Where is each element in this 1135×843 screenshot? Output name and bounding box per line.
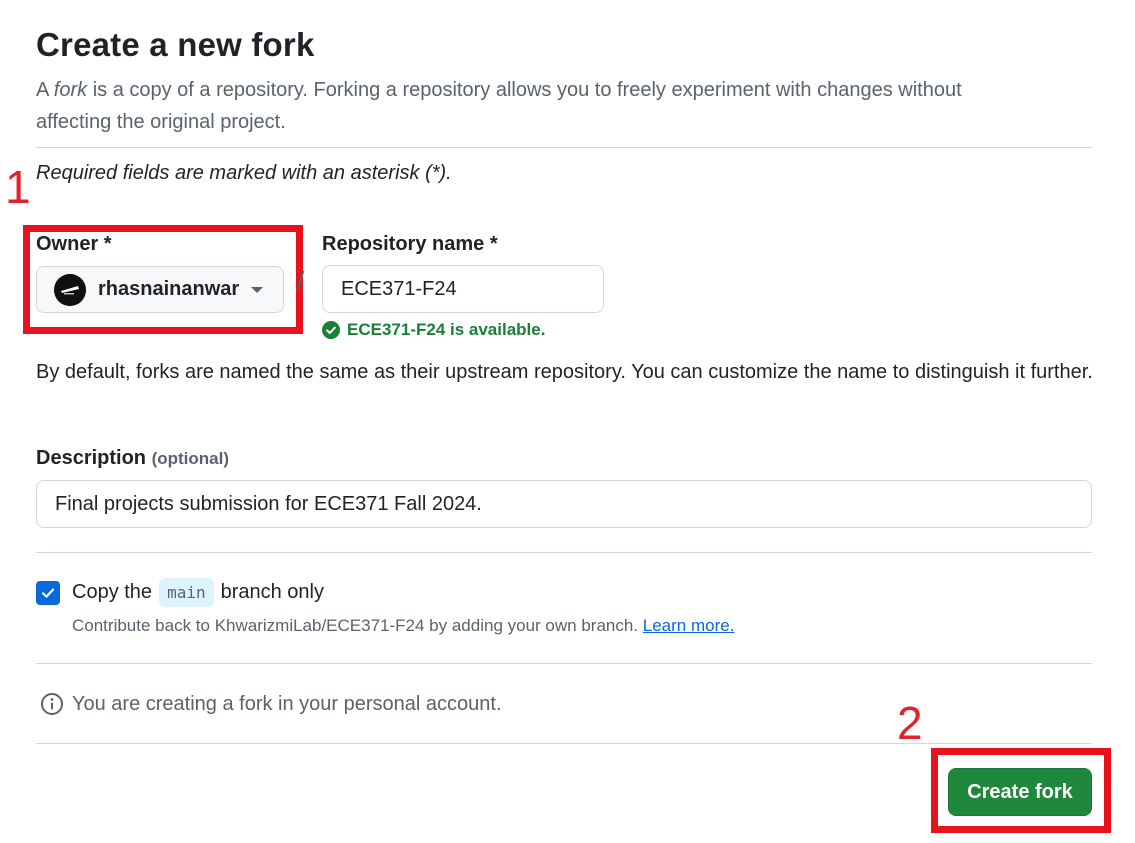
- copy-branch-label[interactable]: Copy the main branch only: [72, 578, 324, 607]
- availability-text: ECE371-F24 is available.: [347, 320, 546, 339]
- learn-more-link[interactable]: Learn more.: [643, 616, 735, 635]
- personal-account-info: You are creating a fork in your personal…: [40, 692, 502, 716]
- check-icon: [41, 588, 55, 598]
- copy-main-branch-checkbox[interactable]: [36, 581, 60, 605]
- optional-tag: (optional): [151, 449, 230, 468]
- divider: [36, 552, 1092, 553]
- copy-branch-prefix: Copy the: [72, 581, 153, 603]
- personal-account-info-text: You are creating a fork in your personal…: [72, 692, 502, 715]
- annotation-box-owner: [23, 225, 303, 334]
- description-label: Description (optional): [36, 447, 229, 470]
- page-intro: A fork is a copy of a repository. Forkin…: [36, 74, 1036, 138]
- description-label-text: Description: [36, 447, 147, 469]
- naming-note: By default, forks are named the same as …: [36, 361, 1093, 383]
- annotation-box-create-fork: [931, 748, 1111, 833]
- intro-suffix: is a copy of a repository. Forking a rep…: [36, 79, 962, 133]
- page-title: Create a new fork: [36, 26, 315, 63]
- copy-branch-hint-text: Contribute back to KhwarizmiLab/ECE371-F…: [72, 616, 639, 635]
- info-icon: [41, 693, 63, 715]
- repository-name-input[interactable]: ECE371-F24: [322, 265, 604, 313]
- branch-name-code: main: [159, 578, 214, 607]
- owner-repo-separator: /: [297, 266, 305, 296]
- copy-branch-hint: Contribute back to KhwarizmiLab/ECE371-F…: [72, 616, 734, 636]
- description-input[interactable]: Final projects submission for ECE371 Fal…: [36, 480, 1092, 528]
- divider: [36, 663, 1092, 664]
- divider: [36, 147, 1092, 148]
- intro-emphasis: fork: [53, 79, 88, 101]
- annotation-step-1: 1: [5, 161, 31, 213]
- annotation-step-2: 2: [897, 697, 923, 749]
- copy-branch-suffix: branch only: [220, 581, 324, 603]
- availability-message: ECE371-F24 is available.: [322, 320, 545, 340]
- repository-name-label: Repository name *: [322, 233, 498, 255]
- intro-prefix: A: [36, 79, 54, 101]
- required-fields-note: Required fields are marked with an aster…: [36, 162, 452, 184]
- check-circle-fill-icon: [322, 321, 340, 339]
- divider: [36, 743, 1092, 744]
